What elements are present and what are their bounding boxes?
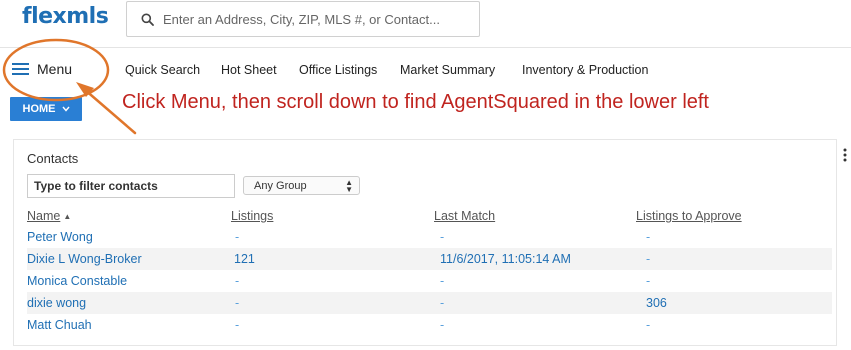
contacts-filter-input[interactable] <box>27 174 235 198</box>
last-match-cell: - <box>440 274 445 288</box>
contact-name-link[interactable]: Matt Chuah <box>27 318 92 332</box>
contact-name-link[interactable]: Peter Wong <box>27 230 93 244</box>
contacts-title: Contacts <box>27 151 79 166</box>
more-options-icon[interactable] <box>843 148 847 164</box>
nav-hot-sheet[interactable]: Hot Sheet <box>221 63 277 77</box>
table-row: Matt Chuah - - - <box>27 314 832 336</box>
search-input[interactable] <box>163 11 473 27</box>
chevron-down-icon <box>61 104 70 114</box>
home-button-label: HOME <box>22 103 56 115</box>
flexmls-logo[interactable]: flexmls <box>22 4 109 29</box>
select-arrows-icon: ▲ ▼ <box>345 178 353 194</box>
listings-cell: - <box>235 274 240 288</box>
table-row: Dixie L Wong-Broker 121 11/6/2017, 11:05… <box>27 248 832 270</box>
column-header-listings-to-approve[interactable]: Listings to Approve <box>636 209 742 223</box>
last-match-cell: - <box>440 318 445 332</box>
last-match-cell: - <box>440 230 445 244</box>
listings-cell[interactable]: 121 <box>234 252 255 266</box>
last-match-cell[interactable]: 11/6/2017, 11:05:14 AM <box>440 252 571 266</box>
contact-name-link[interactable]: dixie wong <box>27 296 86 310</box>
to-approve-cell: - <box>646 230 651 244</box>
last-match-cell: - <box>440 296 445 310</box>
nav-market-summary[interactable]: Market Summary <box>400 63 495 77</box>
home-button[interactable]: HOME <box>10 97 82 121</box>
listings-cell: - <box>235 296 240 310</box>
group-select-value: Any Group <box>254 179 307 192</box>
nav-office-listings[interactable]: Office Listings <box>299 63 377 77</box>
contact-name-link[interactable]: Dixie L Wong-Broker <box>27 252 142 266</box>
listings-cell: - <box>235 230 240 244</box>
column-header-last-match[interactable]: Last Match <box>434 209 495 223</box>
contact-name-link[interactable]: Monica Constable <box>27 274 127 288</box>
group-select[interactable]: Any Group ▲ ▼ <box>243 176 360 195</box>
to-approve-cell[interactable]: 306 <box>646 296 667 310</box>
column-header-name[interactable]: Name ▲ <box>27 209 71 223</box>
table-row: Monica Constable - - - <box>27 270 832 292</box>
to-approve-cell: - <box>646 274 651 288</box>
annotation-arrow-head <box>76 82 94 97</box>
hamburger-icon <box>12 63 29 75</box>
search-box[interactable] <box>126 1 480 37</box>
table-row: dixie wong - - 306 <box>27 292 832 314</box>
column-header-listings[interactable]: Listings <box>231 209 273 223</box>
menu-button[interactable]: Menu <box>12 58 72 80</box>
search-icon <box>141 13 154 26</box>
listings-cell: - <box>235 318 240 332</box>
to-approve-cell: - <box>646 252 651 266</box>
table-row: Peter Wong - - - <box>27 226 832 248</box>
menu-label: Menu <box>37 61 73 77</box>
annotation-text: Click Menu, then scroll down to find Age… <box>122 91 709 113</box>
header-divider <box>0 47 851 48</box>
nav-inventory-production[interactable]: Inventory & Production <box>522 63 648 77</box>
sort-ascending-icon: ▲ <box>63 212 72 221</box>
to-approve-cell: - <box>646 318 651 332</box>
nav-quick-search[interactable]: Quick Search <box>125 63 200 77</box>
